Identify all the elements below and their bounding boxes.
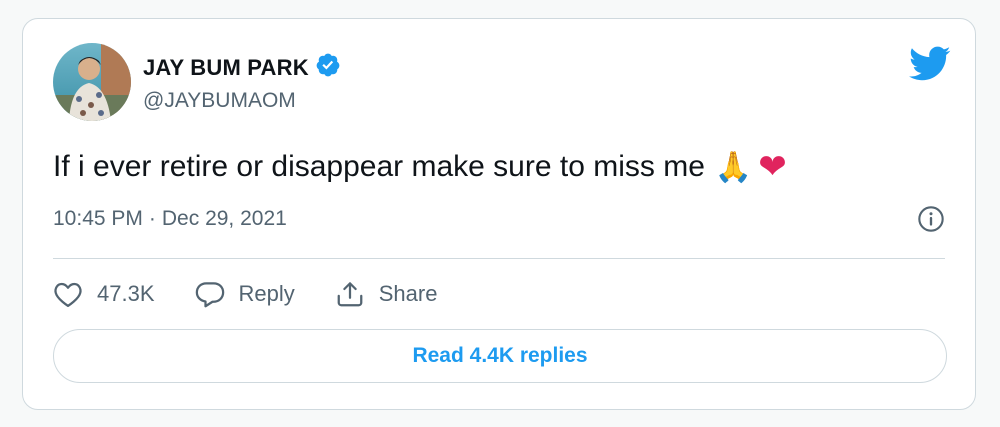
- avatar[interactable]: [53, 43, 131, 121]
- tweet-time[interactable]: 10:45 PM: [53, 207, 143, 231]
- tweet-text: If i ever retire or disappear make sure …: [53, 147, 787, 187]
- author-handle[interactable]: @JAYBUMAOM: [143, 89, 296, 113]
- author-name[interactable]: JAY BUM PARK: [143, 55, 309, 81]
- tweet-date[interactable]: Dec 29, 2021: [162, 207, 287, 231]
- read-replies-label: Read 4.4K replies: [412, 344, 588, 367]
- read-replies-button[interactable]: Read 4.4K replies: [53, 329, 947, 383]
- timestamp-separator: ·: [148, 207, 156, 230]
- twitter-bird-icon[interactable]: [909, 45, 951, 81]
- share-icon: [335, 280, 365, 308]
- divider: [53, 258, 945, 259]
- like-count: 47.3K: [97, 281, 155, 306]
- tweet-timestamp[interactable]: 10:45 PM · Dec 29, 2021: [53, 207, 287, 231]
- like-button[interactable]: 47.3K: [53, 280, 155, 308]
- red-heart-emoji: ❤: [758, 148, 787, 186]
- tweet-body: If i ever retire or disappear make sure …: [53, 150, 705, 183]
- share-button[interactable]: Share: [335, 280, 438, 308]
- reply-button[interactable]: Reply: [195, 280, 295, 308]
- heart-icon: [53, 280, 83, 308]
- reply-label: Reply: [238, 281, 295, 306]
- reply-icon: [195, 280, 225, 308]
- share-label: Share: [378, 281, 438, 306]
- verified-badge-icon: [315, 52, 341, 83]
- folded-hands-emoji: 🙏: [714, 150, 753, 184]
- info-icon[interactable]: [917, 205, 945, 233]
- action-bar: 47.3K Reply Share: [53, 277, 437, 311]
- tweet-card: JAY BUM PARK @JAYBUMAOM If i ever retire…: [22, 18, 976, 410]
